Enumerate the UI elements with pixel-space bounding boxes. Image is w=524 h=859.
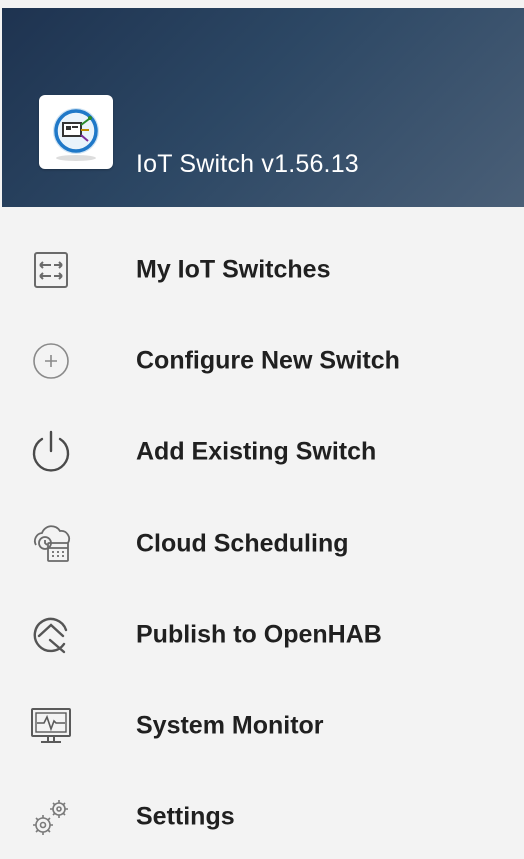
menu-item-label: My IoT Switches (136, 255, 331, 284)
menu-item-add-existing-switch[interactable]: Add Existing Switch (0, 407, 524, 498)
menu-item-label: Cloud Scheduling (136, 529, 349, 558)
menu-item-settings[interactable]: Settings (0, 772, 524, 859)
menu-item-label: System Monitor (136, 711, 324, 740)
app-title: IoT Switch v1.56.13 (136, 150, 359, 178)
menu-item-configure-new-switch[interactable]: Configure New Switch (0, 315, 524, 406)
gears-icon (26, 792, 76, 842)
iot-switch-logo-icon (53, 108, 99, 161)
menu-item-label: Configure New Switch (136, 346, 400, 375)
drawer-menu: My IoT Switches Configure New Switch Add… (0, 224, 524, 859)
monitor-icon (26, 701, 76, 751)
menu-item-publish-to-openhab[interactable]: Publish to OpenHAB (0, 589, 524, 680)
power-icon (26, 427, 76, 477)
menu-item-cloud-scheduling[interactable]: Cloud Scheduling (0, 498, 524, 589)
menu-item-label: Settings (136, 802, 235, 831)
add-circle-icon (26, 336, 76, 386)
switch-arrows-icon (26, 245, 76, 295)
app-logo (39, 95, 113, 169)
menu-item-system-monitor[interactable]: System Monitor (0, 680, 524, 771)
cloud-schedule-icon (26, 519, 76, 569)
menu-item-my-iot-switches[interactable]: My IoT Switches (0, 224, 524, 315)
drawer-header: IoT Switch v1.56.13 (2, 8, 524, 207)
menu-item-label: Publish to OpenHAB (136, 620, 382, 649)
openhab-icon (26, 610, 76, 660)
navigation-drawer: IoT Switch v1.56.13 My IoT Switches Conf… (0, 0, 524, 859)
menu-item-label: Add Existing Switch (136, 437, 377, 466)
